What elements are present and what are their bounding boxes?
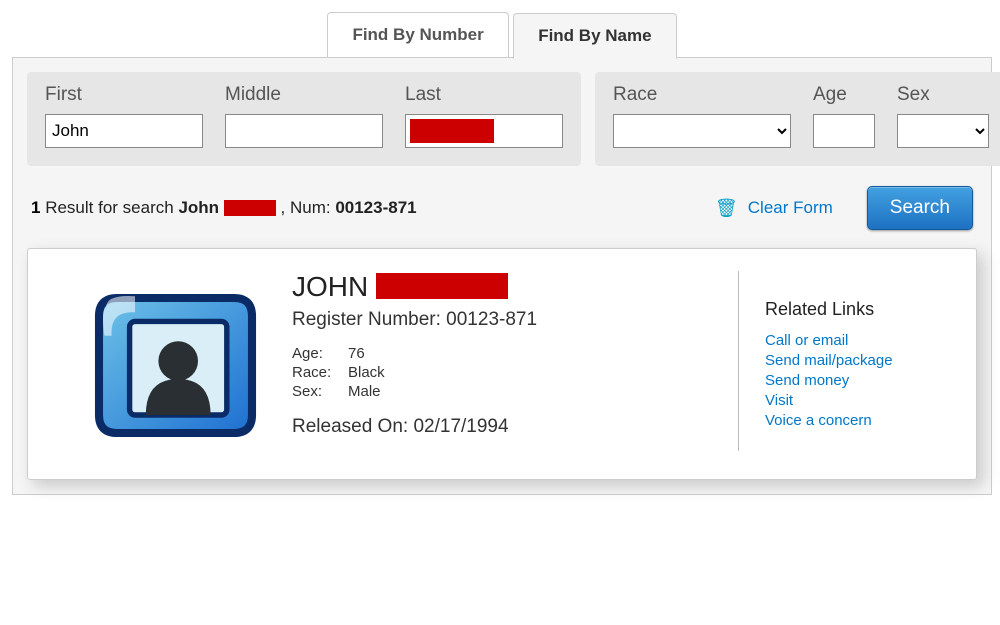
middle-input[interactable] [225,114,383,148]
kv-age: Age:76 [292,345,720,362]
tab-bar: Find By Number Find By Name [12,12,992,58]
result-summary: 1 Result for search John , Num: 00123-87… [31,198,417,218]
tab-find-by-number[interactable]: Find By Number [327,12,508,57]
search-panel: First Middle Last Race [12,57,992,495]
middle-label: Middle [225,84,383,106]
trash-icon: 🗑 [715,198,738,219]
age-label: Age [813,84,875,106]
demographic-fields-group: Race Age Sex [595,72,1000,166]
kv-race: Race:Black [292,364,720,381]
result-card: JOHN Register Number: 00123-871 Age:76 R… [27,248,977,480]
kv-sex: Sex:Male [292,383,720,400]
person-frame-icon [81,271,261,451]
clear-form-link[interactable]: 🗑 Clear Form [715,198,833,219]
inmate-name: JOHN [292,271,720,303]
related-links-heading: Related Links [765,299,948,320]
race-label: Race [613,84,791,106]
register-number: Register Number: 00123-871 [292,309,720,331]
sex-label: Sex [897,84,989,106]
tab-find-by-name[interactable]: Find By Name [513,13,676,59]
age-input[interactable] [813,114,875,148]
first-label: First [45,84,203,106]
link-voice-concern[interactable]: Voice a concern [765,412,948,429]
name-fields-group: First Middle Last [27,72,581,166]
inmate-photo-placeholder [56,271,286,451]
released-on: Released On: 02/17/1994 [292,416,720,438]
link-call-email[interactable]: Call or email [765,332,948,349]
last-input[interactable] [405,114,563,148]
link-send-mail[interactable]: Send mail/package [765,352,948,369]
first-input[interactable] [45,114,203,148]
race-select[interactable] [613,114,791,148]
link-visit[interactable]: Visit [765,392,948,409]
link-send-money[interactable]: Send money [765,372,948,389]
search-button[interactable]: Search [867,186,973,230]
redacted-lastname-heading [376,273,508,299]
last-label: Last [405,84,563,106]
sex-select[interactable] [897,114,989,148]
redacted-lastname [224,200,276,216]
